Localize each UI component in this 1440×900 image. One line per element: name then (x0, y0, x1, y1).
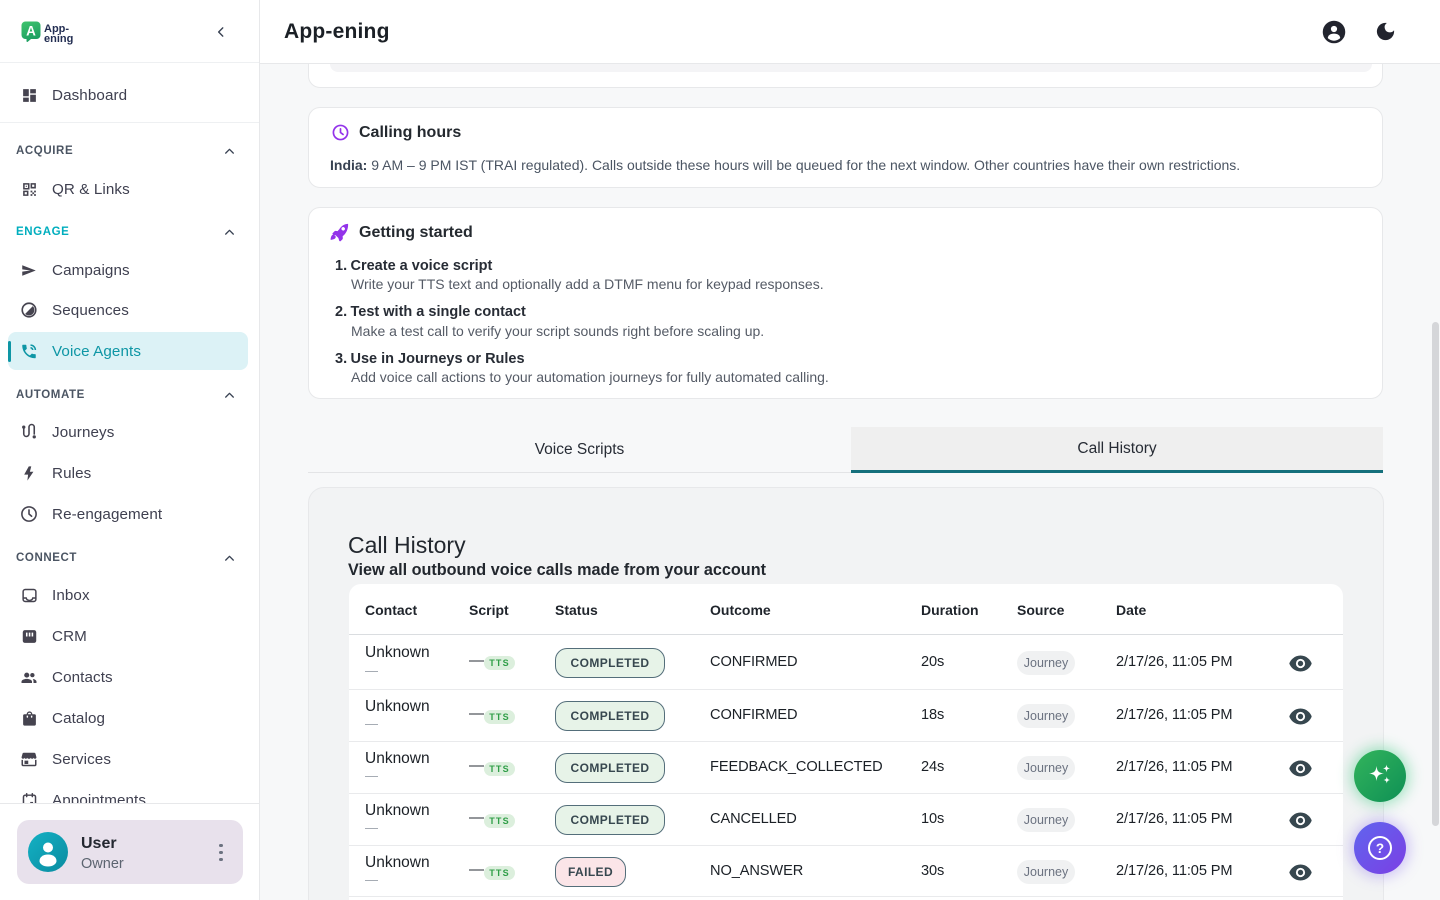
svg-text:A: A (26, 24, 36, 39)
svg-text:?: ? (1376, 841, 1384, 856)
